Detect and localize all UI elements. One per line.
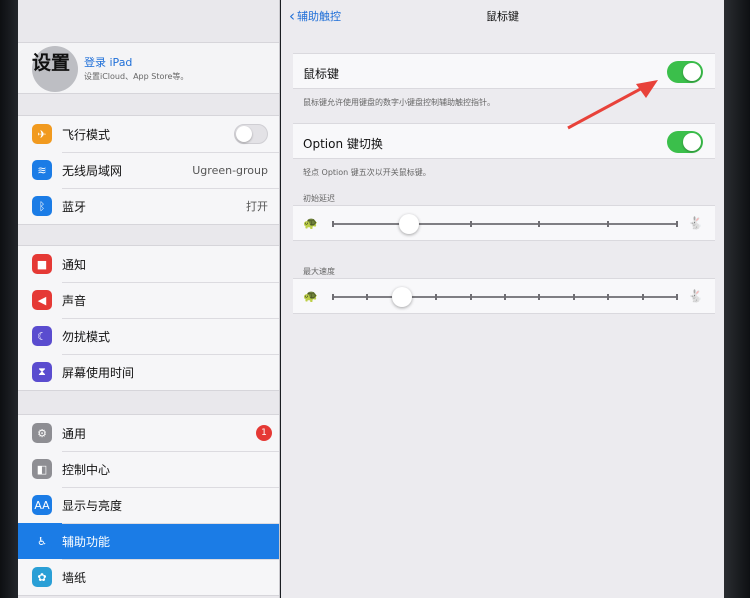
device-bezel-left: [0, 0, 18, 598]
annotation-arrow: [567, 80, 658, 130]
slider-tick: [504, 294, 506, 300]
notification-icon: ■: [32, 254, 52, 274]
slider-tick: [572, 294, 575, 300]
sidebar-item-moon[interactable]: ☾ 勿扰模式: [18, 318, 279, 354]
slider-tick: [435, 294, 438, 300]
slider-tick: [332, 221, 334, 227]
sidebar-item-label: 声音: [62, 293, 87, 308]
turtle-icon: 🐢: [303, 289, 318, 303]
hare-icon: 🐇: [688, 289, 703, 303]
settings-group-connectivity: ✈ 飞行模式 ≋ 无线局域网 Ugreen-group ᛒ 蓝牙 打开: [18, 115, 279, 225]
sidebar-item-value: Ugreen-group: [192, 163, 268, 177]
sidebar-item-label: 控制中心: [62, 462, 111, 477]
slider-tick: [676, 294, 678, 300]
max-speed-slider-row: 🐢 🐇: [293, 278, 715, 314]
sidebar-item-label: 蓝牙: [62, 199, 87, 214]
sidebar-item-label: 辅助功能: [62, 534, 111, 549]
sidebar-item-label: 墙纸: [62, 570, 87, 585]
control-center-icon: ◧: [32, 459, 52, 479]
airplane-mode-toggle[interactable]: [234, 124, 268, 144]
mouse-keys-footnote: 鼠标键允许使用键盘的数字小键盘控制辅助触控指针。: [303, 98, 495, 107]
slider-tick: [538, 294, 541, 300]
slider-tick: [538, 221, 541, 227]
sidebar-item-label: 通知: [62, 257, 87, 272]
sidebar-title: 设置: [32, 52, 71, 74]
sidebar-item-control-center[interactable]: ◧ 控制中心: [18, 451, 279, 487]
option-key-toggle[interactable]: [667, 131, 703, 153]
display-icon: AA: [32, 495, 52, 515]
sidebar-item-value: 打开: [246, 200, 268, 213]
device-bezel-right: [724, 0, 750, 598]
slider-tick: [607, 221, 610, 227]
sidebar-item-hourglass[interactable]: ⧗ 屏幕使用时间: [18, 354, 279, 390]
sidebar-item-label: 显示与亮度: [62, 498, 123, 513]
sidebar-item-accessibility[interactable]: ♿ 辅助功能: [18, 523, 279, 559]
sidebar-item-notification[interactable]: ■ 通知: [18, 246, 279, 282]
max-speed-track[interactable]: [332, 294, 678, 300]
page-title: 鼠标键: [486, 10, 519, 23]
wallpaper-icon: ✿: [32, 567, 52, 587]
accessibility-icon: ♿: [32, 531, 52, 551]
sidebar-item-airplane[interactable]: ✈ 飞行模式: [18, 116, 279, 152]
settings-sidebar: 登录 iPad 设置iCloud、App Store等。 设置 ✈ 飞行模式 ≋ 无线…: [18, 0, 280, 598]
sidebar-item-label: 勿扰模式: [62, 329, 111, 344]
slider-tick: [641, 294, 644, 300]
turtle-icon: 🐢: [303, 216, 318, 230]
max-speed-header: 最大速度: [303, 267, 335, 276]
sidebar-item-label: 飞行模式: [62, 127, 111, 142]
sidebar-item-label: 无线局域网: [62, 163, 123, 178]
slider-tick: [332, 294, 334, 300]
sidebar-item-wifi[interactable]: ≋ 无线局域网 Ugreen-group: [18, 152, 279, 188]
speaker-icon: ◀: [32, 290, 52, 310]
mouse-keys-toggle[interactable]: [667, 61, 703, 83]
sidebar-item-speaker[interactable]: ◀ 声音: [18, 282, 279, 318]
sidebar-item-label: 屏幕使用时间: [62, 365, 135, 380]
settings-group-notifications: ■ 通知 ◀ 声音 ☾ 勿扰模式 ⧗ 屏幕使用时间: [18, 245, 279, 391]
max-speed-slider-thumb[interactable]: [391, 287, 412, 307]
login-link[interactable]: 登录 iPad: [84, 54, 132, 70]
sidebar-item-label: 通用: [62, 426, 87, 441]
initial-delay-slider-thumb[interactable]: [398, 214, 419, 234]
wifi-icon: ≋: [32, 160, 52, 180]
airplane-icon: ✈: [32, 124, 52, 144]
initial-delay-header: 初始延迟: [303, 194, 335, 203]
initial-delay-slider-row: 🐢 🐇: [293, 205, 715, 241]
bluetooth-icon: ᛒ: [32, 196, 52, 216]
slider-tick: [469, 294, 472, 300]
hare-icon: 🐇: [688, 216, 703, 230]
slider-tick: [366, 294, 369, 300]
sidebar-item-wallpaper[interactable]: ✿ 墙纸: [18, 559, 279, 595]
option-key-footnote: 轻点 Option 键五次以开关鼠标键。: [303, 168, 431, 177]
option-key-toggle-label: Option 键切换: [303, 137, 383, 151]
sidebar-item-gear[interactable]: ⚙ 通用 1: [18, 415, 279, 451]
slider-tick: [676, 221, 678, 227]
hourglass-icon: ⧗: [32, 362, 52, 382]
slider-tick: [607, 294, 610, 300]
sidebar-item-display[interactable]: AA 显示与亮度: [18, 487, 279, 523]
gear-icon: ⚙: [32, 423, 52, 443]
mouse-keys-label: 鼠标键: [303, 67, 340, 81]
sidebar-item-bluetooth[interactable]: ᛒ 蓝牙 打开: [18, 188, 279, 224]
login-subtitle: 设置iCloud、App Store等。: [84, 72, 189, 81]
slider-tick: [469, 221, 472, 227]
initial-delay-track[interactable]: [332, 221, 678, 227]
moon-icon: ☾: [32, 326, 52, 346]
arrow-shaft: [567, 84, 647, 130]
settings-group-general: ⚙ 通用 1 ◧ 控制中心 AA 显示与亮度 ♿ 辅助功能 ✿ 墙纸: [18, 414, 279, 596]
notification-badge: 1: [256, 425, 272, 441]
